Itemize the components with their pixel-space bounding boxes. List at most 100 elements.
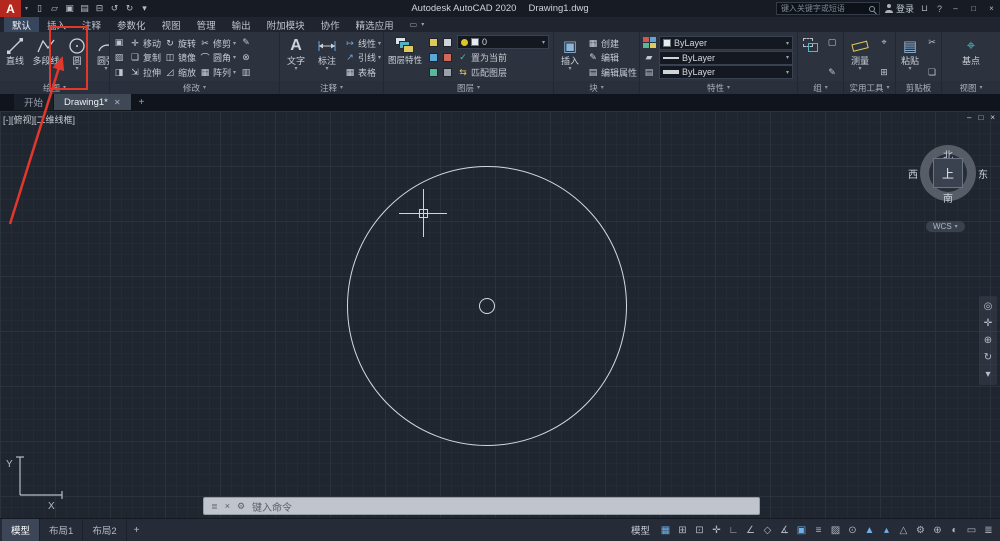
grid-icon[interactable]: ▦: [657, 522, 674, 539]
paste-dropdown-icon[interactable]: ▾: [908, 66, 911, 73]
layer-on-all-icon[interactable]: [427, 66, 440, 80]
linear-dimension-tool[interactable]: ↦ 线性 ▾: [344, 36, 381, 50]
lineweight-display-icon[interactable]: ≡: [810, 522, 827, 539]
move-tool[interactable]: ✛ 移动: [129, 36, 161, 50]
layer-lock-icon[interactable]: [441, 51, 454, 65]
transparency-icon[interactable]: ▨: [827, 522, 844, 539]
ribbon-tab-collaborate[interactable]: 协作: [313, 17, 348, 32]
group-edit-icon[interactable]: ✎: [825, 66, 839, 79]
rectangle-tool-icon[interactable]: ▣: [112, 36, 126, 49]
linear-dropdown-icon[interactable]: ▾: [378, 40, 381, 47]
dimension-dropdown-icon[interactable]: ▾: [325, 66, 328, 73]
panel-layers-title[interactable]: 图层 ▾: [384, 81, 553, 94]
drawn-center-circle[interactable]: [479, 298, 495, 314]
isolate-objects-icon[interactable]: ◐: [946, 522, 963, 539]
store-cart-icon[interactable]: ⊔: [919, 3, 930, 14]
redo-icon[interactable]: ↻: [122, 1, 137, 16]
ribbon-tab-view[interactable]: 视图: [154, 17, 189, 32]
command-customize-icon[interactable]: ⚙: [237, 501, 245, 512]
ungroup-icon[interactable]: ▢: [825, 36, 839, 49]
layer-thaw-icon[interactable]: [441, 66, 454, 80]
search-input[interactable]: [780, 4, 866, 13]
polar-tracking-icon[interactable]: ∠: [742, 522, 759, 539]
undo-icon[interactable]: ↺: [107, 1, 122, 16]
ribbon-tab-output[interactable]: 输出: [224, 17, 259, 32]
dynamic-input-icon[interactable]: ✛: [708, 522, 725, 539]
infer-constraints-icon[interactable]: ⊡: [691, 522, 708, 539]
viewport-restore-icon[interactable]: □: [978, 113, 983, 122]
cut-icon[interactable]: ✂: [925, 36, 939, 49]
copy-clip-icon[interactable]: ❏: [925, 66, 939, 79]
circle-dropdown-icon[interactable]: ▾: [75, 66, 78, 73]
panel-utilities-title[interactable]: 实用工具 ▾: [844, 81, 895, 94]
annotation-monitor-icon[interactable]: ⊕: [929, 522, 946, 539]
table-tool[interactable]: ▦ 表格: [344, 65, 381, 79]
panel-annotate-title[interactable]: 注释 ▾: [280, 81, 383, 94]
ucs-icon[interactable]: Y X: [4, 453, 66, 511]
viewport-controls[interactable]: [-][俯视][二维线框]: [3, 113, 75, 126]
fillet-tool[interactable]: ⌒ 圆角 ▾: [199, 51, 237, 65]
match-layer-button[interactable]: ⇆ 匹配图层: [457, 65, 549, 79]
trim-dropdown-icon[interactable]: ▾: [233, 40, 236, 47]
new-layout-button[interactable]: +: [127, 519, 147, 541]
match-properties-icon[interactable]: ▰: [642, 51, 656, 64]
ribbon-tab-manage[interactable]: 管理: [189, 17, 224, 32]
new-drawing-tab-button[interactable]: +: [132, 94, 152, 110]
quick-calc-icon[interactable]: ⊞: [877, 66, 891, 79]
viewcube-top-face[interactable]: 上: [933, 158, 963, 188]
fade-icon[interactable]: ▥: [239, 66, 253, 79]
base-point-tool[interactable]: ⌖ 基点: [956, 34, 986, 73]
search-field[interactable]: [775, 2, 880, 15]
command-prompt[interactable]: 键入命令: [252, 499, 292, 514]
array-tool[interactable]: ▦ 阵列 ▾: [199, 65, 236, 79]
viewport-minimize-icon[interactable]: ‒: [967, 113, 971, 122]
create-block-tool[interactable]: ▦ 创建: [587, 36, 639, 50]
explode-icon[interactable]: ⊗: [239, 51, 253, 64]
panel-group-title[interactable]: 组 ▾: [798, 81, 843, 94]
panel-properties-title[interactable]: 特性 ▾: [640, 81, 797, 94]
text-dropdown-icon[interactable]: ▾: [294, 66, 297, 73]
panel-draw-title[interactable]: 绘图 ▾: [0, 81, 109, 94]
drawing-canvas[interactable]: [-][俯视][二维线框] ‒ □ × 北 南 西 东 上 WCS ▾ ◎ ✛ …: [0, 110, 1000, 518]
stretch-tool[interactable]: ⇲ 拉伸: [129, 65, 161, 79]
ribbon-display-arrow-icon[interactable]: ▾: [421, 21, 424, 28]
edit-attributes-tool[interactable]: ▤编辑属性▾: [587, 65, 639, 79]
tab-layout1[interactable]: 布局1: [40, 519, 84, 541]
scale-tool[interactable]: ◿ 缩放: [164, 65, 196, 79]
dimension-tool[interactable]: 标注 ▾: [313, 34, 341, 73]
ribbon-tab-parametric[interactable]: 参数化: [109, 17, 154, 32]
array-dropdown-icon[interactable]: ▾: [233, 69, 236, 76]
viewcube-east[interactable]: 东: [978, 166, 988, 181]
measure-dropdown-icon[interactable]: ▾: [858, 66, 861, 73]
group-tool[interactable]: [800, 34, 822, 56]
line-tool[interactable]: 直线: [2, 34, 28, 73]
annotation-autoscale-icon[interactable]: ▴: [878, 522, 895, 539]
workspace-switching-icon[interactable]: ⚙: [912, 522, 929, 539]
text-tool[interactable]: A 文字 ▾: [282, 34, 310, 73]
ribbon-tab-default[interactable]: 默认: [4, 17, 40, 32]
layer-properties-tool[interactable]: 图层特性: [386, 34, 424, 65]
tab-layout2[interactable]: 布局2: [83, 519, 127, 541]
navigation-wheel-icon[interactable]: ◎: [981, 299, 995, 314]
command-grip-icon[interactable]: ≣: [211, 502, 218, 511]
wcs-menu[interactable]: WCS ▾: [926, 221, 965, 232]
osnap-icon[interactable]: ▣: [793, 522, 810, 539]
osnap-tracking-icon[interactable]: ∡: [776, 522, 793, 539]
object-color-palette-icon[interactable]: [642, 36, 656, 49]
pan-icon[interactable]: ✛: [981, 316, 995, 331]
qat-dropdown-icon[interactable]: ▾: [137, 1, 152, 16]
mirror-tool[interactable]: ◫ 镜像: [164, 51, 196, 65]
minimize-button[interactable]: ‒: [949, 4, 962, 13]
command-close-icon[interactable]: ×: [225, 501, 230, 511]
signin-button[interactable]: 登录: [884, 2, 914, 15]
orbit-icon[interactable]: ↻: [981, 350, 995, 365]
insert-block-tool[interactable]: ▣ 插入 ▾: [556, 34, 584, 73]
hatch-tool-icon[interactable]: ▨: [112, 51, 126, 64]
rotate-tool[interactable]: ↻ 旋转: [164, 36, 196, 50]
annotation-scale-icon[interactable]: △: [895, 522, 912, 539]
trim-tool[interactable]: ✂ 修剪 ▾: [199, 36, 236, 50]
ribbon-display-icon[interactable]: ▭: [410, 20, 418, 29]
model-space-button[interactable]: 模型: [624, 523, 657, 537]
copy-tool[interactable]: ❏ 复制: [129, 51, 161, 65]
paste-tool[interactable]: ▤ 粘贴 ▾: [898, 34, 922, 73]
